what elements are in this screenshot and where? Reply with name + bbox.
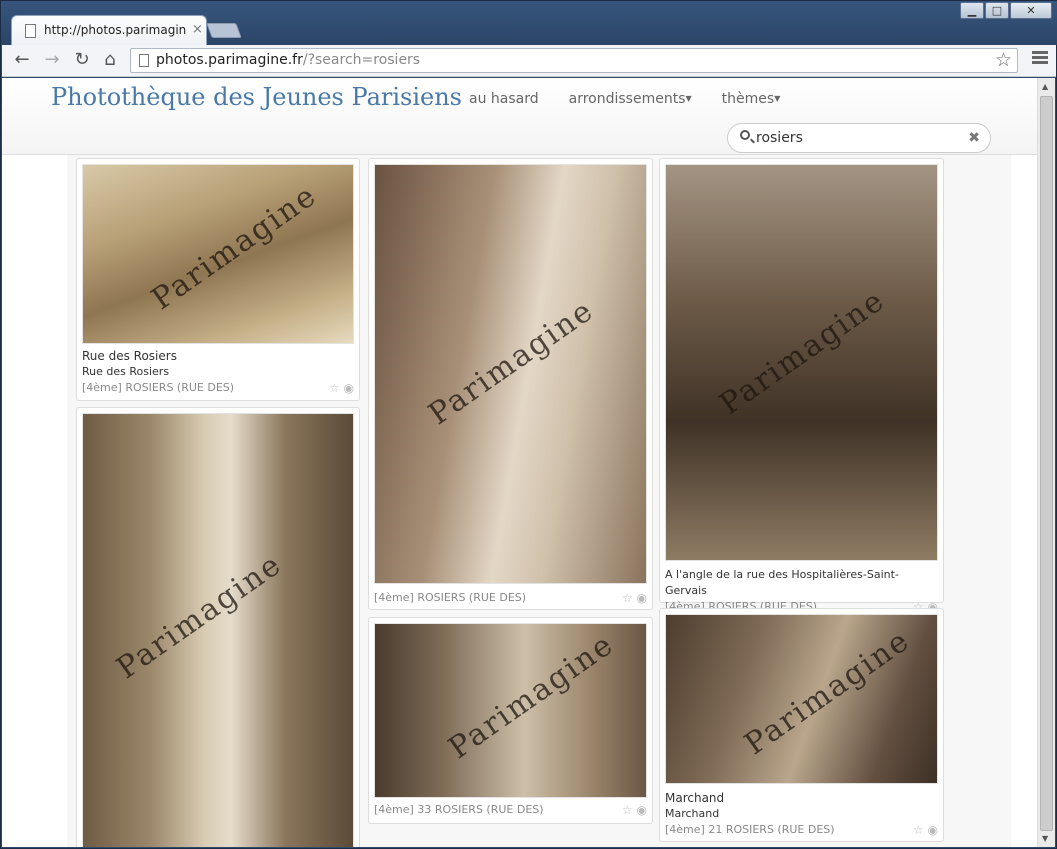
card-location[interactable]: [4ème] ROSIERS (RUE DES) (374, 591, 526, 604)
watermark: Parimagine (422, 292, 601, 433)
bookmark-star-icon[interactable]: ☆ (995, 49, 1012, 71)
scroll-up-icon[interactable]: ▲ (1042, 82, 1048, 91)
watermark: Parimagine (738, 622, 917, 763)
watermark: Parimagine (145, 177, 324, 318)
reload-icon[interactable]: ↻ (71, 49, 93, 71)
card-title: Rue des Rosiers (82, 349, 177, 363)
photo[interactable]: Parimagine (665, 614, 938, 784)
site-brand[interactable]: Photothèque des Jeunes Parisiens (51, 83, 462, 111)
vertical-scrollbar[interactable]: ▲ ▼ (1037, 78, 1055, 847)
search-box: ✖ (727, 123, 991, 153)
photo[interactable]: Parimagine (82, 164, 354, 344)
window-controls: ▁ □ ✕ (960, 2, 1052, 19)
photo-card[interactable]: Parimagine Marchand Marchand [4ème] 21 R… (659, 608, 944, 842)
photo-card[interactable]: Parimagine [4ème] 33 ROSIERS (RUE DES) ☆… (368, 617, 653, 824)
back-icon[interactable]: ← (11, 49, 33, 71)
main-nav: au hasard arrondissements▼ thèmes▼ (469, 91, 780, 107)
card-subtitle: Rue des Rosiers (82, 365, 170, 378)
home-icon[interactable]: ⌂ (99, 49, 121, 71)
globe-icon[interactable]: ◉ (928, 823, 938, 837)
tab-title: http://photos.parimagine (44, 23, 186, 37)
close-window-button[interactable]: ✕ (1010, 2, 1052, 19)
globe-icon[interactable]: ◉ (637, 591, 647, 605)
minimize-button[interactable]: ▁ (960, 2, 984, 19)
scroll-thumb[interactable] (1040, 96, 1053, 831)
card-location[interactable]: [4ème] 21 ROSIERS (RUE DES) (665, 823, 835, 836)
photo-card[interactable]: Parimagine (76, 407, 360, 847)
card-title: Marchand (665, 791, 725, 805)
browser-toolbar: ← → ↻ ⌂ photos.parimagine.fr/?search=ros… (2, 45, 1056, 77)
browser-window: http://photos.parimagine × ▁ □ ✕ ← → ↻ ⌂… (0, 0, 1057, 849)
scroll-down-icon[interactable]: ▼ (1042, 834, 1048, 843)
card-title: A l'angle de la rue des Hospitalières-Sa… (665, 568, 899, 597)
page-icon (25, 24, 36, 38)
title-bar: http://photos.parimagine × ▁ □ ✕ (1, 1, 1057, 45)
star-icon[interactable]: ☆ (622, 803, 633, 817)
watermark: Parimagine (442, 626, 621, 767)
card-subtitle: Marchand (665, 807, 720, 820)
browser-tab[interactable]: http://photos.parimagine × (11, 15, 207, 45)
watermark: Parimagine (110, 546, 289, 687)
photo[interactable]: Parimagine (374, 164, 647, 584)
card-location[interactable]: [4ème] 33 ROSIERS (RUE DES) (374, 803, 544, 816)
photo-card[interactable]: Parimagine [4ème] ROSIERS (RUE DES) ☆ ◉ (368, 158, 653, 610)
photo[interactable]: Parimagine (374, 623, 647, 798)
clear-search-icon[interactable]: ✖ (968, 130, 980, 146)
photo[interactable]: Parimagine (665, 164, 938, 561)
photo-card[interactable]: Parimagine A l'angle de la rue des Hospi… (659, 158, 944, 614)
globe-icon[interactable]: ◉ (344, 381, 354, 395)
search-icon (740, 130, 750, 140)
browser-menu-icon[interactable] (1032, 51, 1048, 65)
caret-down-icon: ▼ (685, 94, 692, 103)
forward-icon[interactable]: → (41, 49, 63, 71)
page-viewport: Photothèque des Jeunes Parisiens au hasa… (2, 78, 1037, 847)
tab-close-icon[interactable]: × (192, 22, 203, 37)
maximize-button[interactable]: □ (985, 2, 1009, 19)
star-icon[interactable]: ☆ (329, 381, 340, 395)
new-tab-button[interactable] (206, 23, 242, 38)
photo[interactable]: Parimagine (82, 413, 354, 847)
star-icon[interactable]: ☆ (913, 823, 924, 837)
site-header: Photothèque des Jeunes Parisiens au hasa… (2, 78, 1037, 155)
caret-down-icon: ▼ (774, 94, 781, 103)
watermark: Parimagine (713, 282, 892, 423)
globe-icon[interactable]: ◉ (637, 803, 647, 817)
photo-card[interactable]: Parimagine Rue des Rosiers Rue des Rosie… (76, 158, 360, 401)
nav-au-hasard[interactable]: au hasard (469, 91, 539, 107)
card-location[interactable]: [4ème] ROSIERS (RUE DES) (82, 381, 234, 394)
search-input[interactable] (756, 128, 956, 148)
address-bar[interactable]: photos.parimagine.fr/?search=rosiers ☆ (130, 48, 1018, 73)
nav-arrondissements[interactable]: arrondissements▼ (569, 91, 692, 107)
nav-themes[interactable]: thèmes▼ (722, 91, 781, 107)
star-icon[interactable]: ☆ (622, 591, 633, 605)
url-text[interactable]: photos.parimagine.fr/?search=rosiers (156, 52, 420, 68)
page-icon (139, 54, 149, 67)
